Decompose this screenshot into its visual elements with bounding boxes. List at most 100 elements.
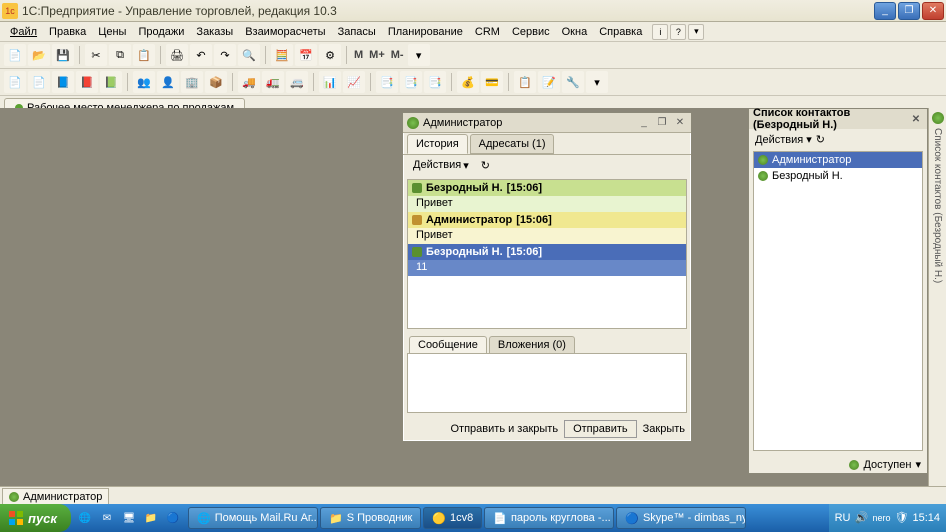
ql-icon[interactable]: 📁 — [141, 508, 161, 528]
maximize-button[interactable]: ❐ — [898, 2, 920, 20]
tab-attachments[interactable]: Вложения (0) — [489, 336, 575, 353]
ql-icon[interactable]: 🌐 — [75, 508, 95, 528]
send-close-button[interactable]: Отправить и закрыть — [451, 423, 559, 435]
tab-recipients[interactable]: Адресаты (1) — [470, 134, 555, 154]
tb2-icon[interactable]: 🚛 — [262, 71, 284, 93]
tb2-icon[interactable]: 🔧 — [562, 71, 584, 93]
tb2-icon[interactable]: 📝 — [538, 71, 560, 93]
clock[interactable]: 15:14 — [912, 512, 940, 524]
task-button[interactable]: 📄 пароль круглова -... — [484, 507, 614, 529]
contacts-list[interactable]: Администратор Безродный Н. — [753, 151, 923, 451]
contacts-refresh-icon[interactable]: ↻ — [816, 133, 825, 146]
save-icon[interactable]: 💾 — [52, 44, 74, 66]
close-button[interactable]: ✕ — [922, 2, 944, 20]
paste-icon[interactable]: 📋 — [133, 44, 155, 66]
task-button[interactable]: 🟡 1cv8 — [423, 507, 482, 529]
tab-message[interactable]: Сообщение — [409, 336, 487, 353]
toolbar-row-1: 📄 📂 💾 ✂ ⧉ 📋 🖨 ↶ ↷ 🔍 🧮 📅 ⚙ M M+ M- ▾ — [0, 42, 946, 69]
chat-titlebar[interactable]: Администратор _ ❐ ✕ — [403, 113, 691, 133]
ql-icon[interactable]: 🖥 — [119, 508, 139, 528]
open-icon[interactable]: 📂 — [28, 44, 50, 66]
menu-orders[interactable]: Заказы — [190, 24, 239, 40]
compose-textarea[interactable] — [407, 353, 687, 413]
tb2-icon[interactable]: 📈 — [343, 71, 365, 93]
memory-mminus[interactable]: M- — [389, 49, 406, 61]
tray-icon[interactable]: 🔊 — [854, 511, 868, 525]
menu-windows[interactable]: Окна — [556, 24, 594, 40]
dropdown-icon[interactable]: ▾ — [586, 71, 608, 93]
tb2-icon[interactable]: 📊 — [319, 71, 341, 93]
tb2-icon[interactable]: 📕 — [76, 71, 98, 93]
send-button[interactable]: Отправить — [564, 420, 637, 438]
tb2-icon[interactable]: 👤 — [157, 71, 179, 93]
undo-icon[interactable]: ↶ — [190, 44, 212, 66]
cut-icon[interactable]: ✂ — [85, 44, 107, 66]
ql-icon[interactable]: ✉ — [97, 508, 117, 528]
tb2-icon[interactable]: 📑 — [424, 71, 446, 93]
menu-help[interactable]: Справка — [593, 24, 648, 40]
menu-edit[interactable]: Правка — [43, 24, 92, 40]
vertical-panel-strip[interactable]: Список контактов (Безродный Н.) — [928, 108, 946, 486]
tb2-icon[interactable]: 📗 — [100, 71, 122, 93]
find-icon[interactable]: 🔍 — [238, 44, 260, 66]
minimize-button[interactable]: _ — [874, 2, 896, 20]
chat-minimize-button[interactable]: _ — [637, 116, 651, 130]
ql-icon[interactable]: 🔵 — [163, 508, 183, 528]
task-button[interactable]: 📁 S Проводник — [320, 507, 421, 529]
tab-history[interactable]: История — [407, 134, 468, 154]
tb2-icon[interactable]: 👥 — [133, 71, 155, 93]
dropdown-icon[interactable]: ▾ — [408, 44, 430, 66]
task-button[interactable]: 🔵 Skype™ - dimbas_ny — [616, 507, 746, 529]
dropdown-icon[interactable]: ▾ — [688, 24, 704, 40]
copy-icon[interactable]: ⧉ — [109, 44, 131, 66]
menu-crm[interactable]: CRM — [469, 24, 506, 40]
help-index-icon[interactable]: i — [652, 24, 668, 40]
start-button[interactable]: пуск — [0, 504, 71, 532]
tb2-icon[interactable]: 📑 — [376, 71, 398, 93]
tb2-icon[interactable]: 🚚 — [238, 71, 260, 93]
tb2-icon[interactable]: 📦 — [205, 71, 227, 93]
menu-service[interactable]: Сервис — [506, 24, 556, 40]
contact-item[interactable]: Администратор — [754, 152, 922, 168]
tray-nero[interactable]: nero — [872, 513, 890, 523]
print-icon[interactable]: 🖨 — [166, 44, 188, 66]
contacts-close-button[interactable]: ✕ — [909, 112, 923, 126]
menu-file[interactable]: Файл — [4, 24, 43, 40]
message-list[interactable]: Безродный Н. [15:06] Привет Администрато… — [407, 179, 687, 329]
tb2-icon[interactable]: 📄 — [28, 71, 50, 93]
tb2-icon[interactable]: 🏢 — [181, 71, 203, 93]
calendar-icon[interactable]: 📅 — [295, 44, 317, 66]
close-button[interactable]: Закрыть — [643, 423, 685, 435]
tb2-icon[interactable]: 🚐 — [286, 71, 308, 93]
task-button[interactable]: 🌐 Помощь Mail.Ru Аг... — [188, 507, 318, 529]
menu-planning[interactable]: Планирование — [382, 24, 469, 40]
tb2-icon[interactable]: 📄 — [4, 71, 26, 93]
memory-mplus[interactable]: M+ — [367, 49, 387, 61]
language-indicator[interactable]: RU — [835, 512, 851, 524]
chat-maximize-button[interactable]: ❐ — [655, 116, 669, 130]
tray-icon[interactable]: 🛡 — [894, 511, 908, 525]
actions-dropdown[interactable]: Действия ▾ — [409, 158, 473, 173]
contacts-actions-dropdown[interactable]: Действия ▾ — [755, 133, 812, 146]
tool-icon[interactable]: ⚙ — [319, 44, 341, 66]
menu-stock[interactable]: Запасы — [332, 24, 382, 40]
refresh-icon[interactable]: ↻ — [477, 158, 494, 173]
contacts-titlebar[interactable]: Список контактов (Безродный Н.) ✕ — [749, 109, 927, 129]
help-book-icon[interactable]: ? — [670, 24, 686, 40]
memory-m[interactable]: M — [352, 49, 365, 61]
contacts-status[interactable]: Доступен ▾ — [849, 458, 921, 471]
contact-item[interactable]: Безродный Н. — [754, 168, 922, 184]
tb2-icon[interactable]: 📑 — [400, 71, 422, 93]
chat-close-button[interactable]: ✕ — [673, 116, 687, 130]
window-item-admin[interactable]: Администратор — [2, 488, 109, 506]
calc-icon[interactable]: 🧮 — [271, 44, 293, 66]
tb2-icon[interactable]: 📋 — [514, 71, 536, 93]
menu-sales[interactable]: Продажи — [132, 24, 190, 40]
redo-icon[interactable]: ↷ — [214, 44, 236, 66]
menu-settlements[interactable]: Взаиморасчеты — [239, 24, 331, 40]
menu-prices[interactable]: Цены — [92, 24, 132, 40]
tb2-icon[interactable]: 💳 — [481, 71, 503, 93]
new-doc-icon[interactable]: 📄 — [4, 44, 26, 66]
tb2-icon[interactable]: 📘 — [52, 71, 74, 93]
tb2-icon[interactable]: 💰 — [457, 71, 479, 93]
